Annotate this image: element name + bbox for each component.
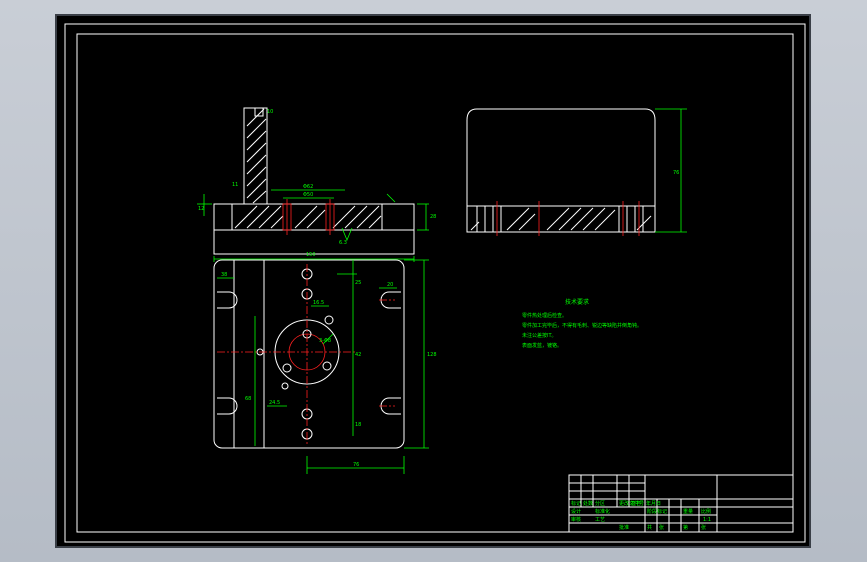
dim-right-28: 28 [430, 214, 436, 220]
tb-label-14: 共 [647, 524, 652, 531]
tech-req-title: 技术要求 [565, 298, 589, 306]
dim-plan-68: 68 [245, 396, 251, 402]
outer-frame [64, 23, 806, 543]
dim-plan-76: 76 [353, 462, 359, 468]
tb-label-7: 标准化 [595, 508, 610, 515]
tb-label-2: 分区 [595, 500, 605, 507]
dim-plan-42: 42 [355, 352, 361, 358]
tb-label-17: 张 [701, 524, 706, 531]
tb-label-6: 设计 [571, 508, 581, 515]
dim-plan-25: 25 [355, 280, 361, 286]
tech-req-line-2: 零件加工完毕后，不得有毛刺、锐边等缺陷并倒角钝。 [522, 322, 642, 329]
tb-label-10: 比例 [701, 508, 711, 515]
tb-scale: 1:1 [703, 517, 711, 523]
tb-label-16: 第 [683, 524, 688, 531]
dim-side-76: 76 [673, 170, 679, 176]
tb-label-9: 重量 [683, 508, 693, 515]
tb-label-1: 处数 [583, 500, 593, 507]
plan-view: 128 76 38 20 16.5 24.5 25 42 18 68 3-Φ8 [213, 259, 437, 474]
dim-plan-20: 20 [387, 282, 393, 288]
technical-requirements: 技术要求 零件热处理后检查。 零件加工完毕后，不得有毛刺、锐边等缺陷并倒角钝。 … [522, 298, 642, 349]
tb-label-13: 批准 [619, 524, 629, 531]
dim-plan-24-5: 24.5 [269, 400, 280, 406]
dim-boss-10: 10 [267, 109, 273, 115]
title-block: 标记 处数 分区 更改文件号 签名 年月日 设计 标准化 阶段标记 重量 比例 … [568, 474, 794, 533]
front-view: Φ62 Φ50 150 28 12 11 10 6.3 [197, 107, 436, 262]
tb-label-5: 年月日 [646, 500, 661, 507]
tech-req-line-1: 零件热处理后检查。 [522, 312, 567, 319]
dim-left-11: 11 [232, 182, 238, 188]
dim-plan-38: 38 [221, 272, 227, 278]
dim-phi62: Φ62 [303, 184, 313, 190]
dim-phi50: Φ50 [303, 192, 313, 198]
dim-width-150: 150 [306, 252, 316, 258]
dim-plan-18: 18 [355, 422, 361, 428]
tech-req-line-4: 表面发蓝，镀铬。 [522, 342, 562, 349]
dim-plan-128: 128 [427, 352, 437, 358]
dim-left-12: 12 [198, 206, 204, 212]
drawing-viewport[interactable]: Φ62 Φ50 150 28 12 11 10 6.3 76 128 76 38… [55, 14, 811, 548]
rough-mark: 6.3 [339, 240, 347, 246]
side-view: 76 [466, 108, 687, 236]
label-circle-holes: 3-Φ8 [319, 338, 331, 344]
tb-label-15: 张 [659, 524, 664, 531]
tb-label-12: 工艺 [595, 517, 605, 523]
tb-label-4: 签名 [631, 500, 641, 507]
dim-plan-16-5: 16.5 [313, 300, 324, 306]
tb-label-11: 审核 [571, 516, 581, 523]
tb-label-8: 阶段标记 [647, 508, 667, 515]
tb-label-0: 标记 [571, 500, 581, 507]
cad-drawing: Φ62 Φ50 150 28 12 11 10 6.3 76 128 76 38… [64, 23, 806, 543]
tech-req-line-3: 未注公差按IT。 [522, 332, 557, 339]
